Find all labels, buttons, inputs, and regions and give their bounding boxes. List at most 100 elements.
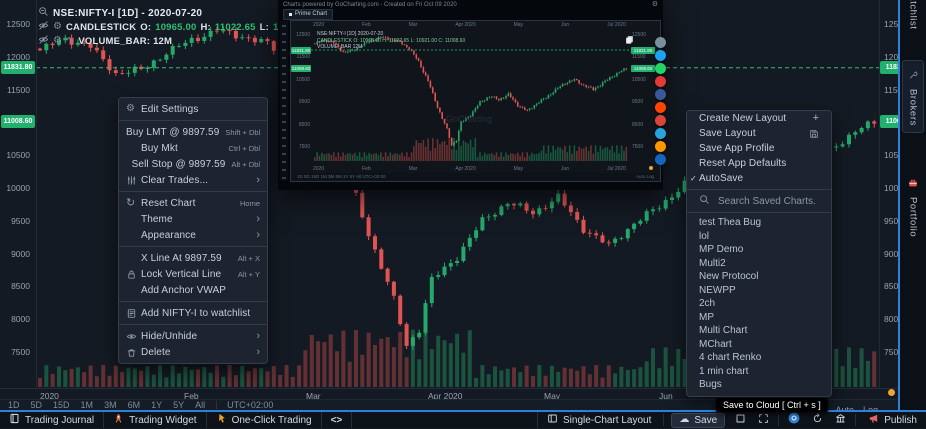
saved-chart-test-thea-bug[interactable]: test Thea Bug	[687, 216, 831, 230]
reddit-share-icon[interactable]	[655, 102, 666, 113]
timezone-label[interactable]: UTC+02:00	[227, 400, 273, 410]
menu-item-label: Lock Vertical Line	[141, 269, 221, 280]
pinterest-share-icon[interactable]	[655, 76, 666, 87]
layout-menu-item-reset-app-defaults[interactable]: Reset App Defaults	[687, 156, 831, 171]
timeframe-5d[interactable]: 5D	[31, 400, 43, 410]
menu-item-label: Buy Mkt	[141, 143, 178, 154]
saved-chart-multi-chart[interactable]: Multi Chart	[687, 324, 831, 338]
whatsapp-share-icon[interactable]	[655, 63, 666, 74]
chevron-right-icon: ›	[250, 347, 260, 357]
menu-item-x-line-at-9897-59[interactable]: X Line At 9897.59Alt + X	[119, 250, 267, 266]
mini-date-label: Jun	[561, 166, 569, 172]
menu-item-buy-mkt[interactable]: Buy MktCtrl + Dbl	[119, 140, 267, 156]
sync-icon	[812, 411, 823, 429]
telegram-share-icon[interactable]	[655, 128, 666, 139]
timeframe-6m[interactable]: 6M	[128, 400, 141, 410]
rocket-icon	[113, 413, 124, 427]
mini-date-label: 2020	[313, 166, 324, 172]
high-value: 11022.65	[215, 22, 256, 33]
briefcase-icon	[908, 175, 918, 193]
single-chart-layout-button[interactable]: Single-Chart Layout	[537, 412, 660, 428]
timeframe-all[interactable]: All	[195, 400, 205, 410]
timeframe-1m[interactable]: 1M	[81, 400, 94, 410]
linkedin-share-icon[interactable]	[655, 154, 666, 165]
sidebar-tab-watchlist[interactable]: Watchlist	[903, 0, 923, 30]
share-share-icon[interactable]	[655, 37, 666, 48]
menu-item-hide-unhide[interactable]: Hide/Unhide›	[119, 328, 267, 344]
menu-item-reset-chart[interactable]: ↻Reset ChartHome	[119, 195, 267, 211]
saved-chart-multi2[interactable]: Multi2	[687, 257, 831, 271]
menu-item-sell-stop-9897-59[interactable]: Sell Stop @ 9897.59Alt + Dbl	[119, 156, 267, 172]
menu-item-label: Add NIFTY-I to watchlist	[141, 308, 250, 319]
saved-chart-lol[interactable]: lol	[687, 230, 831, 244]
menu-item-edit-settings[interactable]: ⚙Edit Settings	[119, 101, 267, 117]
pointer-icon	[216, 413, 227, 427]
menu-item-clear-trades[interactable]: Clear Trades...›	[119, 172, 267, 188]
saved-chart-newpp[interactable]: NEWPP	[687, 284, 831, 298]
timeframe-1y[interactable]: 1Y	[151, 400, 162, 410]
menu-item-delete[interactable]: Delete›	[119, 344, 267, 360]
timeframe-5y[interactable]: 5Y	[173, 400, 184, 410]
one-click-trading-button[interactable]: One-Click Trading	[207, 412, 322, 428]
save-button[interactable]: ☁ Save	[671, 413, 725, 428]
sync-button[interactable]	[806, 412, 829, 428]
preview-tab[interactable]: Prime Chart	[283, 9, 333, 20]
menu-item-add-nifty-i-to-watchlist[interactable]: Add NIFTY-I to watchlist	[119, 305, 267, 321]
menu-item-buy-lmt-9897-59[interactable]: Buy LMT @ 9897.59Shift + Dbl	[119, 124, 267, 140]
code-button[interactable]: <>	[322, 412, 353, 428]
trading-widget-button[interactable]: Trading Widget	[104, 412, 206, 428]
saved-chart-new-protocol[interactable]: New Protocol	[687, 270, 831, 284]
saved-chart-2ch[interactable]: 2ch	[687, 297, 831, 311]
publish-button[interactable]: Publish	[859, 412, 926, 428]
copy-icon[interactable]	[625, 31, 634, 49]
shortcut-hint: Alt + X	[232, 254, 260, 263]
price-tick: 12000	[0, 53, 30, 61]
saved-chart-mp[interactable]: MP	[687, 311, 831, 325]
search-saved-charts-input[interactable]	[716, 195, 820, 208]
sidebar-tab-brokers[interactable]: Brokers	[902, 60, 924, 133]
snapshot-button[interactable]	[782, 412, 806, 428]
timeframe-3m[interactable]: 3M	[104, 400, 117, 410]
saved-chart-mchart[interactable]: MChart	[687, 338, 831, 352]
reset-icon: ↻	[126, 198, 141, 209]
sliders-icon	[126, 175, 141, 186]
saved-chart-1-min-chart[interactable]: 1 min chart	[687, 365, 831, 379]
sidebar-tab-portfolio[interactable]: Portfolio	[903, 175, 923, 237]
eye-off-icon[interactable]	[38, 32, 49, 50]
mini-date-label: Mar	[409, 22, 418, 28]
feed-share-icon[interactable]	[655, 141, 666, 152]
watchlist-icon	[126, 308, 141, 319]
trading-journal-button[interactable]: Trading Journal	[0, 412, 104, 428]
layout-menu-item-save-app-profile[interactable]: Save App Profile	[687, 141, 831, 156]
save-tooltip: Save to Cloud [ Ctrl + s ]	[716, 398, 828, 412]
layout-menu: Create New Layout+Save LayoutSave App Pr…	[686, 110, 832, 397]
menu-item-lock-vertical-line[interactable]: Lock Vertical LineAlt + Y	[119, 266, 267, 282]
menu-item-label: Edit Settings	[141, 104, 198, 115]
menu-item-theme[interactable]: Theme›	[119, 211, 267, 227]
saved-chart-4-chart-renko[interactable]: 4 chart Renko	[687, 351, 831, 365]
saved-chart-bugs[interactable]: Bugs	[687, 378, 831, 392]
gear-icon[interactable]: ⚙	[53, 22, 62, 32]
mini-legend: NSE:NIFTY-I [1D] 2020-07-20 CANDLESTICK …	[317, 31, 465, 51]
gear-icon[interactable]: ⚙	[652, 1, 658, 8]
twitter-share-icon[interactable]	[655, 50, 666, 61]
facebook-share-icon[interactable]	[655, 89, 666, 100]
saved-charts-search[interactable]	[687, 189, 831, 213]
mini-date-label: Jul 2020	[607, 166, 626, 172]
menu-item-appearance[interactable]: Appearance›	[119, 227, 267, 243]
saved-chart-mp-demo[interactable]: MP Demo	[687, 243, 831, 257]
layout-menu-item-autosave[interactable]: ✓AutoSave	[687, 171, 831, 186]
layout-menu-item-save-layout[interactable]: Save Layout	[687, 126, 831, 141]
gmail-share-icon[interactable]	[655, 115, 666, 126]
timeframe-15d[interactable]: 15D	[53, 400, 70, 410]
layout-menu-item-create-new-layout[interactable]: Create New Layout+	[687, 111, 831, 126]
fullscreen-button[interactable]	[752, 412, 775, 428]
symbol-title: NSE:NIFTY-I [1D] - 2020-07-20	[53, 8, 202, 19]
price-tick: 7500	[0, 348, 30, 356]
menu-item-add-anchor-vwap[interactable]: Add Anchor VWAP	[119, 282, 267, 298]
exchange-button[interactable]	[829, 412, 852, 428]
timeframe-1d[interactable]: 1D	[8, 400, 20, 410]
square-button[interactable]	[729, 412, 752, 428]
series-label: CANDLESTICK	[66, 22, 136, 33]
gear-icon[interactable]: ⚙	[53, 36, 62, 46]
